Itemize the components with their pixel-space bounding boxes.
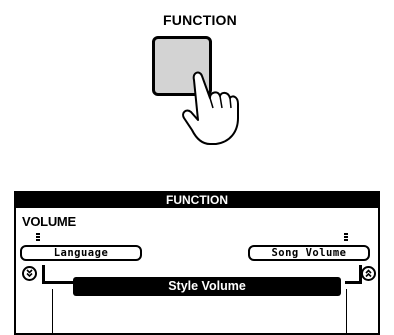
lcd-title: VOLUME xyxy=(22,214,76,229)
right-bracket xyxy=(345,265,362,284)
left-option-marker xyxy=(36,233,40,241)
left-bracket xyxy=(42,265,73,284)
double-chevron-up-icon-glyph xyxy=(365,269,372,278)
right-guide-line xyxy=(346,289,347,335)
double-chevron-up-icon[interactable] xyxy=(361,266,376,281)
option-language[interactable]: Language xyxy=(20,245,142,261)
lcd-display: FUNCTION VOLUME Language Song Volume Sty… xyxy=(14,191,380,335)
left-guide-line xyxy=(52,289,53,335)
function-button-label: FUNCTION xyxy=(163,12,237,28)
option-song-volume[interactable]: Song Volume xyxy=(248,245,370,261)
selected-item[interactable]: Style Volume xyxy=(73,277,341,296)
double-chevron-down-icon[interactable] xyxy=(22,266,37,281)
double-chevron-down-icon-glyph xyxy=(26,269,33,278)
pressing-hand-icon xyxy=(182,71,239,145)
lcd-header: FUNCTION xyxy=(16,193,378,208)
right-option-marker xyxy=(344,233,348,241)
